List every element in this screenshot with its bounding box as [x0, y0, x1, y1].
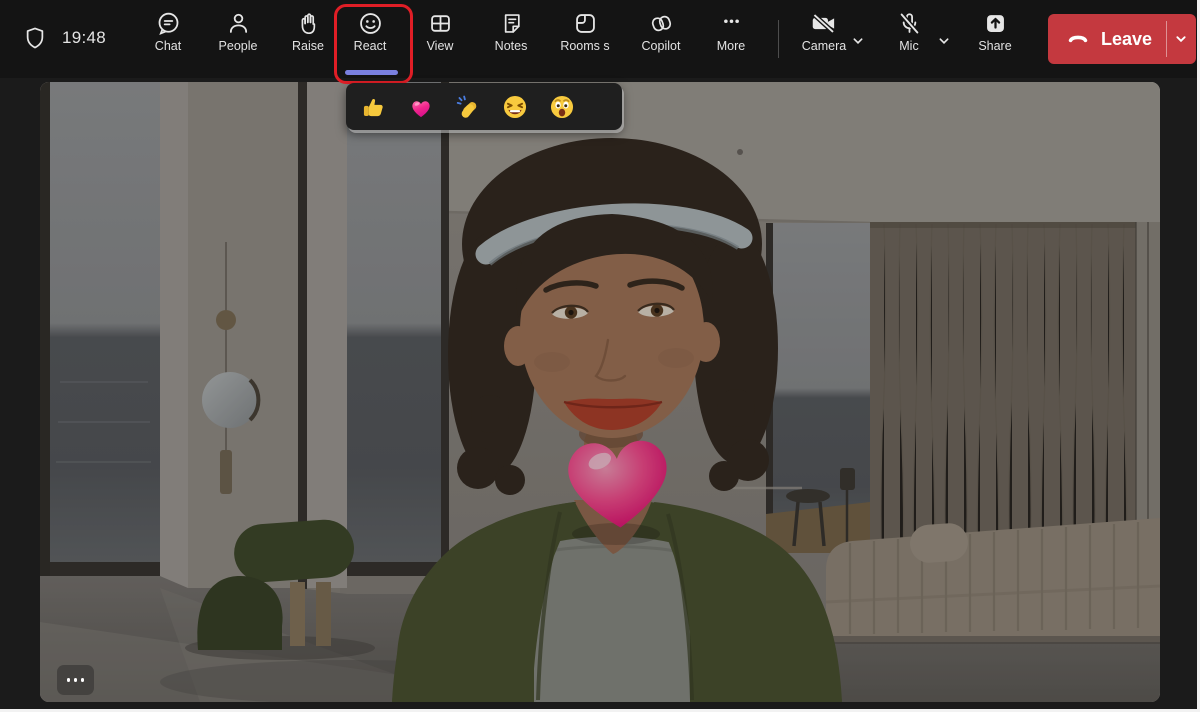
people-icon	[225, 10, 252, 37]
react-button[interactable]: React	[338, 9, 402, 71]
raise-hand-button[interactable]: Raise	[276, 9, 340, 71]
view-label: View	[427, 40, 454, 53]
raise-label: Raise	[292, 40, 324, 53]
meeting-toolbar: 19:48 Chat People	[0, 0, 1197, 78]
laugh-emoji[interactable]	[499, 91, 530, 122]
people-button[interactable]: People	[206, 9, 270, 71]
thumbs-up-emoji[interactable]	[358, 91, 389, 122]
hangup-phone-icon	[1064, 26, 1092, 53]
notes-icon	[498, 10, 525, 37]
teams-meeting-window: 19:48 Chat People	[0, 0, 1200, 712]
toolbar-divider	[778, 20, 779, 58]
more-label: More	[717, 40, 745, 53]
copilot-label: Copilot	[642, 40, 681, 53]
share-screen-icon	[982, 10, 1009, 37]
privacy-shield-icon	[22, 25, 48, 56]
raise-hand-icon	[295, 10, 322, 37]
surprised-emoji[interactable]	[546, 91, 577, 122]
view-grid-icon	[427, 10, 454, 37]
camera-chevron-icon[interactable]	[847, 30, 869, 57]
heart-emoji[interactable]	[405, 91, 436, 122]
leave-chevron-icon[interactable]	[1167, 28, 1196, 50]
chat-bubble-icon	[155, 10, 182, 37]
rooms-button[interactable]: Rooms s	[553, 9, 617, 71]
leave-label: Leave	[1101, 29, 1152, 50]
share-button[interactable]: Share	[963, 9, 1027, 71]
share-label: Share	[978, 40, 1011, 53]
react-label: React	[354, 40, 387, 53]
ellipsis-dot	[74, 678, 78, 682]
meeting-stage	[0, 78, 1197, 709]
copilot-button[interactable]: Copilot	[629, 9, 693, 71]
ellipsis-dot	[81, 678, 85, 682]
mic-off-icon	[896, 10, 923, 37]
mic-chevron-icon[interactable]	[933, 30, 955, 57]
people-label: People	[219, 40, 258, 53]
rooms-label: Rooms s	[560, 40, 609, 53]
chat-label: Chat	[155, 40, 181, 53]
notes-label: Notes	[495, 40, 528, 53]
clap-emoji[interactable]	[452, 91, 483, 122]
chat-button[interactable]: Chat	[136, 9, 200, 71]
camera-label: Camera	[802, 40, 846, 53]
react-smiley-icon	[357, 10, 384, 37]
notes-button[interactable]: Notes	[479, 9, 543, 71]
react-active-underline	[345, 70, 398, 75]
copilot-icon	[648, 10, 675, 37]
participant-video	[40, 82, 1160, 702]
more-ellipsis-icon	[718, 10, 745, 37]
reactions-flyout	[346, 83, 622, 130]
more-button[interactable]: More	[699, 9, 763, 71]
leave-button[interactable]: Leave	[1048, 14, 1196, 64]
avatar-scene	[40, 82, 1160, 702]
camera-off-icon	[809, 10, 839, 37]
ellipsis-dot	[67, 678, 71, 682]
view-button[interactable]: View	[408, 9, 472, 71]
mic-button[interactable]: Mic	[877, 9, 941, 71]
mic-label: Mic	[899, 40, 918, 53]
video-more-options-button[interactable]	[57, 665, 94, 695]
meeting-timer: 19:48	[62, 28, 106, 48]
rooms-icon	[572, 10, 599, 37]
